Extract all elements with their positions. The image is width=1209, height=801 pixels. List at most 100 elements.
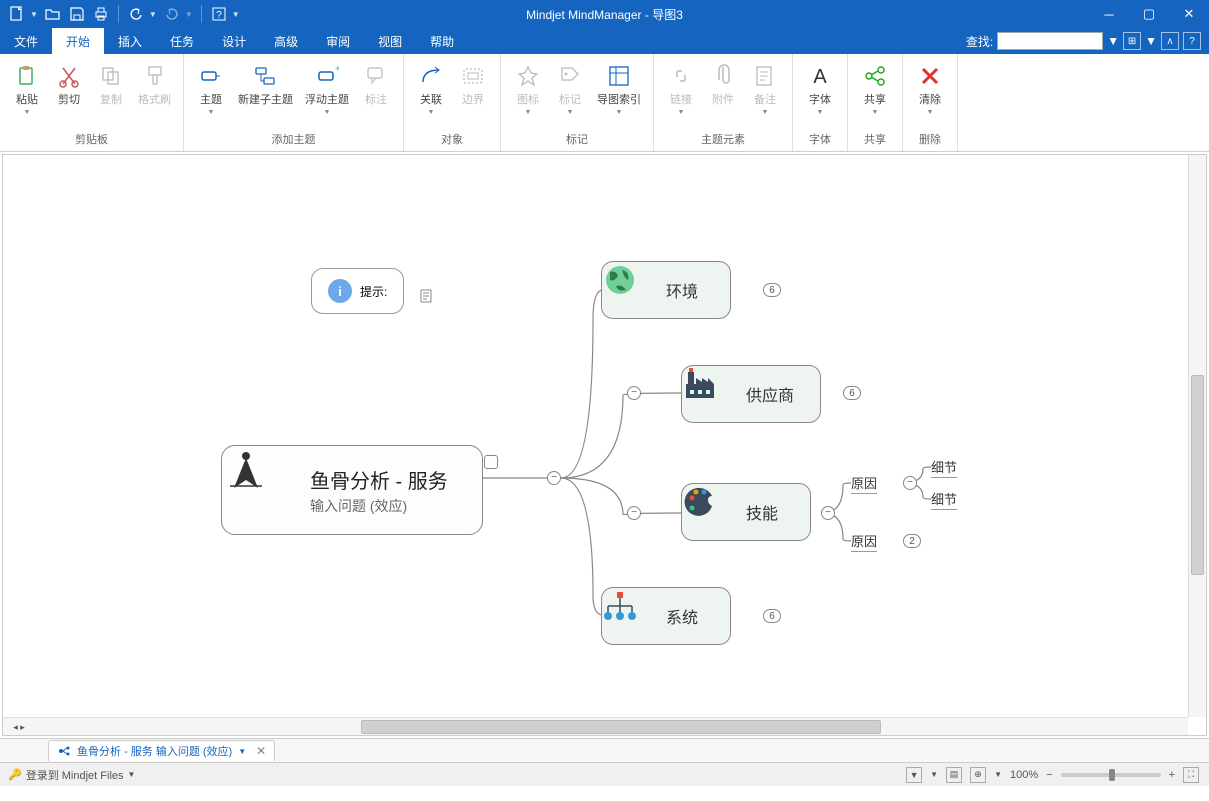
- tab-file[interactable]: 文件: [0, 28, 52, 54]
- dropdown-icon[interactable]: ▼: [1145, 34, 1157, 48]
- ribbon-group: 主题▼新建子主题+浮动主题▼标注添加主题: [184, 54, 404, 151]
- ribbon-label: 图标: [517, 94, 539, 107]
- redo-icon[interactable]: [163, 5, 181, 23]
- filter-icon[interactable]: ▼: [906, 767, 922, 783]
- count-badge[interactable]: 6: [843, 386, 861, 400]
- dropdown-icon[interactable]: ▼: [232, 10, 240, 19]
- ribbon-button[interactable]: 导图索引▼: [591, 58, 647, 128]
- ribbon-label: 清除: [919, 94, 941, 107]
- zoom-slider[interactable]: [1061, 773, 1161, 777]
- ribbon-label: 复制: [100, 94, 122, 107]
- fullscreen-icon[interactable]: ⛶: [1183, 767, 1199, 783]
- count-badge[interactable]: 2: [903, 534, 921, 548]
- branch-supplier[interactable]: 供应商: [681, 365, 821, 423]
- ribbon-button[interactable]: 主题▼: [190, 58, 232, 128]
- dropdown-icon[interactable]: ▼: [1107, 34, 1119, 48]
- palette-icon: [696, 492, 736, 532]
- branch-system[interactable]: 系统: [601, 587, 731, 645]
- expand-toggle[interactable]: −: [627, 386, 641, 400]
- central-title: 鱼骨分析 - 服务: [310, 465, 448, 494]
- branch-environment[interactable]: 环境: [601, 261, 731, 319]
- ribbon-button[interactable]: 关联▼: [410, 58, 452, 128]
- tab-help[interactable]: 帮助: [416, 28, 468, 54]
- dropdown-icon: ▼: [762, 109, 769, 116]
- tab-advanced[interactable]: 高级: [260, 28, 312, 54]
- ribbon-button[interactable]: 清除▼: [909, 58, 951, 128]
- ribbon-group: 清除▼删除: [903, 54, 958, 151]
- vertical-scrollbar[interactable]: [1188, 155, 1206, 717]
- mindmap-canvas[interactable]: i 提示: 鱼骨分析 - 服务 输入问题 (效应) − 环境 6 供应商 − 6…: [2, 154, 1207, 736]
- ribbon-label: 导图索引: [597, 94, 641, 107]
- search-input[interactable]: [997, 32, 1103, 50]
- ribbon-button: 图标▼: [507, 58, 549, 128]
- zoom-in-button[interactable]: +: [1169, 769, 1175, 781]
- open-icon[interactable]: [44, 5, 62, 23]
- new-doc-icon[interactable]: [8, 5, 26, 23]
- tab-insert[interactable]: 插入: [104, 28, 156, 54]
- ribbon-button[interactable]: 剪切: [48, 58, 90, 128]
- tab-design[interactable]: 设计: [208, 28, 260, 54]
- dropdown-icon[interactable]: ▼: [149, 10, 157, 19]
- anchor-node[interactable]: [484, 455, 498, 469]
- ribbon-label: 边界: [462, 94, 484, 107]
- close-tab-button[interactable]: ✕: [256, 744, 266, 758]
- help-button[interactable]: ?: [1183, 32, 1201, 50]
- collapse-ribbon-button[interactable]: ʌ: [1161, 32, 1179, 50]
- ribbon-button[interactable]: 共享▼: [854, 58, 896, 128]
- ribbon-button[interactable]: 新建子主题: [232, 58, 299, 128]
- ribbon-button[interactable]: 粘贴▼: [6, 58, 48, 128]
- note-icon[interactable]: [419, 288, 435, 304]
- sub-detail-1[interactable]: 细节: [931, 457, 957, 478]
- ribbon-button[interactable]: +浮动主题▼: [299, 58, 355, 128]
- key-icon: 🔑: [8, 768, 22, 781]
- maximize-button[interactable]: ▢: [1129, 0, 1169, 28]
- ribbon-label: 备注: [754, 94, 776, 107]
- minimize-button[interactable]: ─: [1089, 0, 1129, 28]
- sub-cause-2[interactable]: 原因: [851, 531, 877, 552]
- tab-view[interactable]: 视图: [364, 28, 416, 54]
- print-icon[interactable]: [92, 5, 110, 23]
- tab-review[interactable]: 审阅: [312, 28, 364, 54]
- ribbon-label: 新建子主题: [238, 94, 293, 107]
- ribbon-icon: [197, 62, 225, 90]
- document-tab[interactable]: 鱼骨分析 - 服务 输入问题 (效应) ▼ ✕: [48, 740, 275, 761]
- zoom-fit-icon[interactable]: ⊕: [970, 767, 986, 783]
- tab-task[interactable]: 任务: [156, 28, 208, 54]
- zoom-level: 100%: [1010, 769, 1038, 781]
- ribbon-icon: [605, 62, 633, 90]
- undo-icon[interactable]: [127, 5, 145, 23]
- count-badge[interactable]: 6: [763, 609, 781, 623]
- zoom-out-button[interactable]: −: [1046, 769, 1052, 781]
- save-icon[interactable]: [68, 5, 86, 23]
- ribbon-group: 图标▼标记▼导图索引▼标记: [501, 54, 654, 151]
- document-tab-dropdown-icon[interactable]: ▼: [238, 747, 246, 756]
- callout-hint[interactable]: i 提示:: [311, 268, 404, 314]
- count-badge[interactable]: 6: [763, 283, 781, 297]
- dropdown-icon[interactable]: ▼: [30, 10, 38, 19]
- sub-detail-2[interactable]: 细节: [931, 489, 957, 510]
- expand-toggle[interactable]: −: [547, 471, 561, 485]
- tab-home[interactable]: 开始: [52, 28, 104, 54]
- expand-toggle[interactable]: −: [627, 506, 641, 520]
- ribbon-icon: A: [806, 62, 834, 90]
- branch-skill[interactable]: 技能: [681, 483, 811, 541]
- ribbon-label: 附件: [712, 94, 734, 107]
- expand-toggle[interactable]: −: [821, 506, 835, 520]
- group-label: 标记: [501, 128, 653, 151]
- ribbon-button: 附件: [702, 58, 744, 128]
- view-mode-icon[interactable]: ▤: [946, 767, 962, 783]
- expand-toggle[interactable]: −: [903, 476, 917, 490]
- toolbar-button-1[interactable]: ⊞: [1123, 32, 1141, 50]
- ribbon-icon: [514, 62, 542, 90]
- login-link[interactable]: 🔑 登录到 Mindjet Files ▼: [0, 767, 135, 783]
- close-button[interactable]: ✕: [1169, 0, 1209, 28]
- ribbon-label: 主题: [200, 94, 222, 107]
- sub-cause-1[interactable]: 原因: [851, 473, 877, 494]
- ribbon-label: 字体: [809, 94, 831, 107]
- ribbon-button[interactable]: A字体▼: [799, 58, 841, 128]
- scroll-nav-button[interactable]: ◂ ▸: [5, 720, 33, 734]
- dropdown-icon[interactable]: ▼: [185, 10, 193, 19]
- horizontal-scrollbar[interactable]: ◂ ▸: [3, 717, 1188, 735]
- help-icon[interactable]: ?: [210, 5, 228, 23]
- central-topic[interactable]: 鱼骨分析 - 服务 输入问题 (效应): [221, 445, 483, 535]
